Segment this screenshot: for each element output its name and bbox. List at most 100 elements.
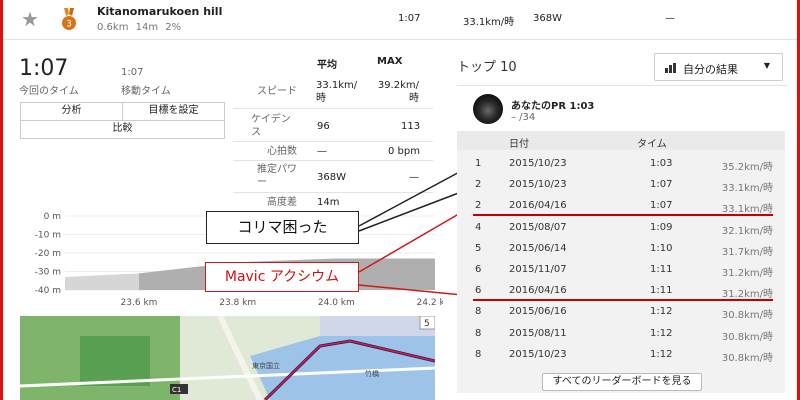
rank-cell: 8 <box>475 306 482 318</box>
stat-max-speed: 39.2km/時 <box>377 80 419 104</box>
leaderboard-row[interactable]: 8 2015/06/16 1:12 30.8km/時 <box>457 301 785 322</box>
speed-cell: 32.1km/時 <box>721 225 773 237</box>
map-label-takebashi: 竹橋 <box>365 369 379 378</box>
date-cell: 2015/10/23 <box>509 348 567 360</box>
analysis-button[interactable]: 分析 <box>21 103 123 120</box>
speed-cell: 31.2km/時 <box>721 268 773 279</box>
date-cell: 2015/08/07 <box>509 221 567 233</box>
medal-number: 3 <box>66 20 72 30</box>
y-tick-label: -20 m <box>35 249 61 259</box>
map-zoom-control[interactable]: 5 <box>424 319 430 329</box>
rank-cell: 8 <box>475 327 482 339</box>
callout-black: コリマ困った <box>206 211 359 244</box>
segment-elevation: 14m <box>135 22 159 33</box>
leaderboard-row[interactable]: 1 2015/10/23 1:03 35.2km/時 <box>457 153 785 174</box>
speed-cell: 33.1km/時 <box>721 183 773 195</box>
stats-divider <box>233 160 433 161</box>
set-goal-button[interactable]: 目標を設定 <box>123 103 224 120</box>
time-cell: 1:12 <box>650 348 673 360</box>
stat-label-speed: スピード <box>257 86 297 97</box>
x-tick-label: 23.8 km <box>219 298 256 308</box>
current-time-label: 今回のタイム <box>19 86 79 97</box>
medal-icon: 3 <box>62 8 76 30</box>
time-cell: 1:09 <box>650 221 673 233</box>
stat-max-power: — <box>409 172 419 183</box>
y-tick-label: -10 m <box>35 231 61 241</box>
segment-distance: 0.6km <box>97 22 129 33</box>
rank-cell: 2 <box>475 200 482 212</box>
speed-cell: 31.7km/時 <box>721 246 773 258</box>
highlight-underline <box>473 214 773 216</box>
leaderboard-row[interactable]: 6 2015/11/07 1:11 31.2km/時 <box>457 259 785 280</box>
segment-name[interactable]: Kitanomarukoen hill <box>97 5 222 18</box>
moving-time-label: 移動タイム <box>121 86 171 97</box>
my-results-label: 自分の結果 <box>683 63 738 76</box>
segment-summary: 0.6km 14m 2% <box>97 22 181 33</box>
time-cell: 1:11 <box>650 285 673 297</box>
time-cell: 1:10 <box>650 242 673 254</box>
segment-grade: 2% <box>165 22 182 33</box>
route-map[interactable]: C1 東京国立 竹橋 5 <box>20 316 435 400</box>
header-time: 1:07 <box>398 13 421 24</box>
pr-rank: – /34 <box>511 112 536 123</box>
date-cell: 2015/11/07 <box>509 264 567 275</box>
x-tick-label: 23.6 km <box>121 298 158 308</box>
compare-button[interactable]: 比較 <box>21 121 224 138</box>
star-icon[interactable]: ★ <box>21 7 39 31</box>
stat-label-power: 推定パワー <box>257 164 297 188</box>
date-cell: 2015/06/16 <box>509 306 567 318</box>
personal-record: あなたのPR 1:03 – /34 <box>457 85 787 130</box>
my-results-dropdown[interactable]: 自分の結果 ▼ <box>654 53 783 81</box>
stat-avg-hr: — <box>317 146 327 157</box>
y-tick-label: -30 m <box>35 268 61 278</box>
leaderboard-header: 日付 タイム <box>457 131 785 150</box>
avatar[interactable] <box>473 94 503 124</box>
speed-cell: 31.2km/時 <box>721 289 773 301</box>
leaderboard-row[interactable]: 4 2015/08/07 1:09 32.1km/時 <box>457 217 785 238</box>
current-time-value: 1:07 <box>19 56 69 81</box>
stats-col-avg: 平均 <box>317 60 337 71</box>
date-cell: 2016/04/16 <box>509 285 567 297</box>
time-cell: 1:07 <box>650 179 673 191</box>
action-buttons: 分析 目標を設定 比較 <box>20 102 225 139</box>
stat-avg-speed: 33.1km/時 <box>316 80 358 104</box>
header-power: 368W <box>533 13 562 24</box>
leaderboard-row[interactable]: 2 2015/10/23 1:07 33.1km/時 <box>457 174 785 195</box>
rank-cell: 2 <box>475 179 482 191</box>
date-cell: 2015/06/14 <box>509 242 567 254</box>
date-cell: 2015/08/11 <box>509 327 567 339</box>
speed-cell: 30.8km/時 <box>721 310 773 322</box>
speed-cell: 35.2km/時 <box>721 162 773 173</box>
map-label-museum: 東京国立 <box>252 361 280 370</box>
date-cell: 2015/10/23 <box>509 158 567 169</box>
moving-time-value: 1:07 <box>121 67 144 78</box>
stat-label-cadence: ケイデンス <box>251 114 291 138</box>
stat-avg-power: 368W <box>317 172 346 183</box>
callout-red: Mavic アクシウム <box>205 262 359 292</box>
x-tick-label: 24.0 km <box>318 298 355 308</box>
segment-page: ★ 3 Kitanomarukoen hill 0.6km 14m 2% 1:0… <box>0 0 800 400</box>
stat-avg-cadence: 96 <box>317 121 330 132</box>
bar-chart-icon <box>665 63 679 73</box>
leaderboard-row[interactable]: 8 2015/08/11 1:12 30.8km/時 <box>457 323 785 344</box>
header-speed: 33.1km/時 <box>463 17 515 28</box>
col-time: タイム <box>637 139 667 150</box>
leaderboard-row[interactable]: 8 2015/10/23 1:12 30.8km/時 <box>457 344 785 365</box>
time-cell: 1:12 <box>650 306 673 318</box>
view-all-leaderboards-button[interactable]: すべてのリーダーボードを見る <box>542 373 702 391</box>
rank-cell: 6 <box>475 264 482 275</box>
date-cell: 2016/04/16 <box>509 200 567 212</box>
speed-cell: 30.8km/時 <box>721 331 773 343</box>
date-cell: 2015/10/23 <box>509 179 567 191</box>
stats-col-max: MAX <box>377 56 403 67</box>
header-dash: — <box>665 13 675 24</box>
leaderboard-title: トップ 10 <box>457 60 517 75</box>
speed-cell: 30.8km/時 <box>721 352 773 364</box>
leaderboard-row[interactable]: 5 2015/06/14 1:10 31.7km/時 <box>457 238 785 259</box>
rank-cell: 4 <box>475 221 482 233</box>
stats-divider <box>233 141 433 142</box>
time-cell: 1:11 <box>650 264 673 275</box>
y-tick-label: 0 m <box>44 212 61 222</box>
time-cell: 1:03 <box>650 158 673 169</box>
caret-down-icon: ▼ <box>763 61 770 70</box>
